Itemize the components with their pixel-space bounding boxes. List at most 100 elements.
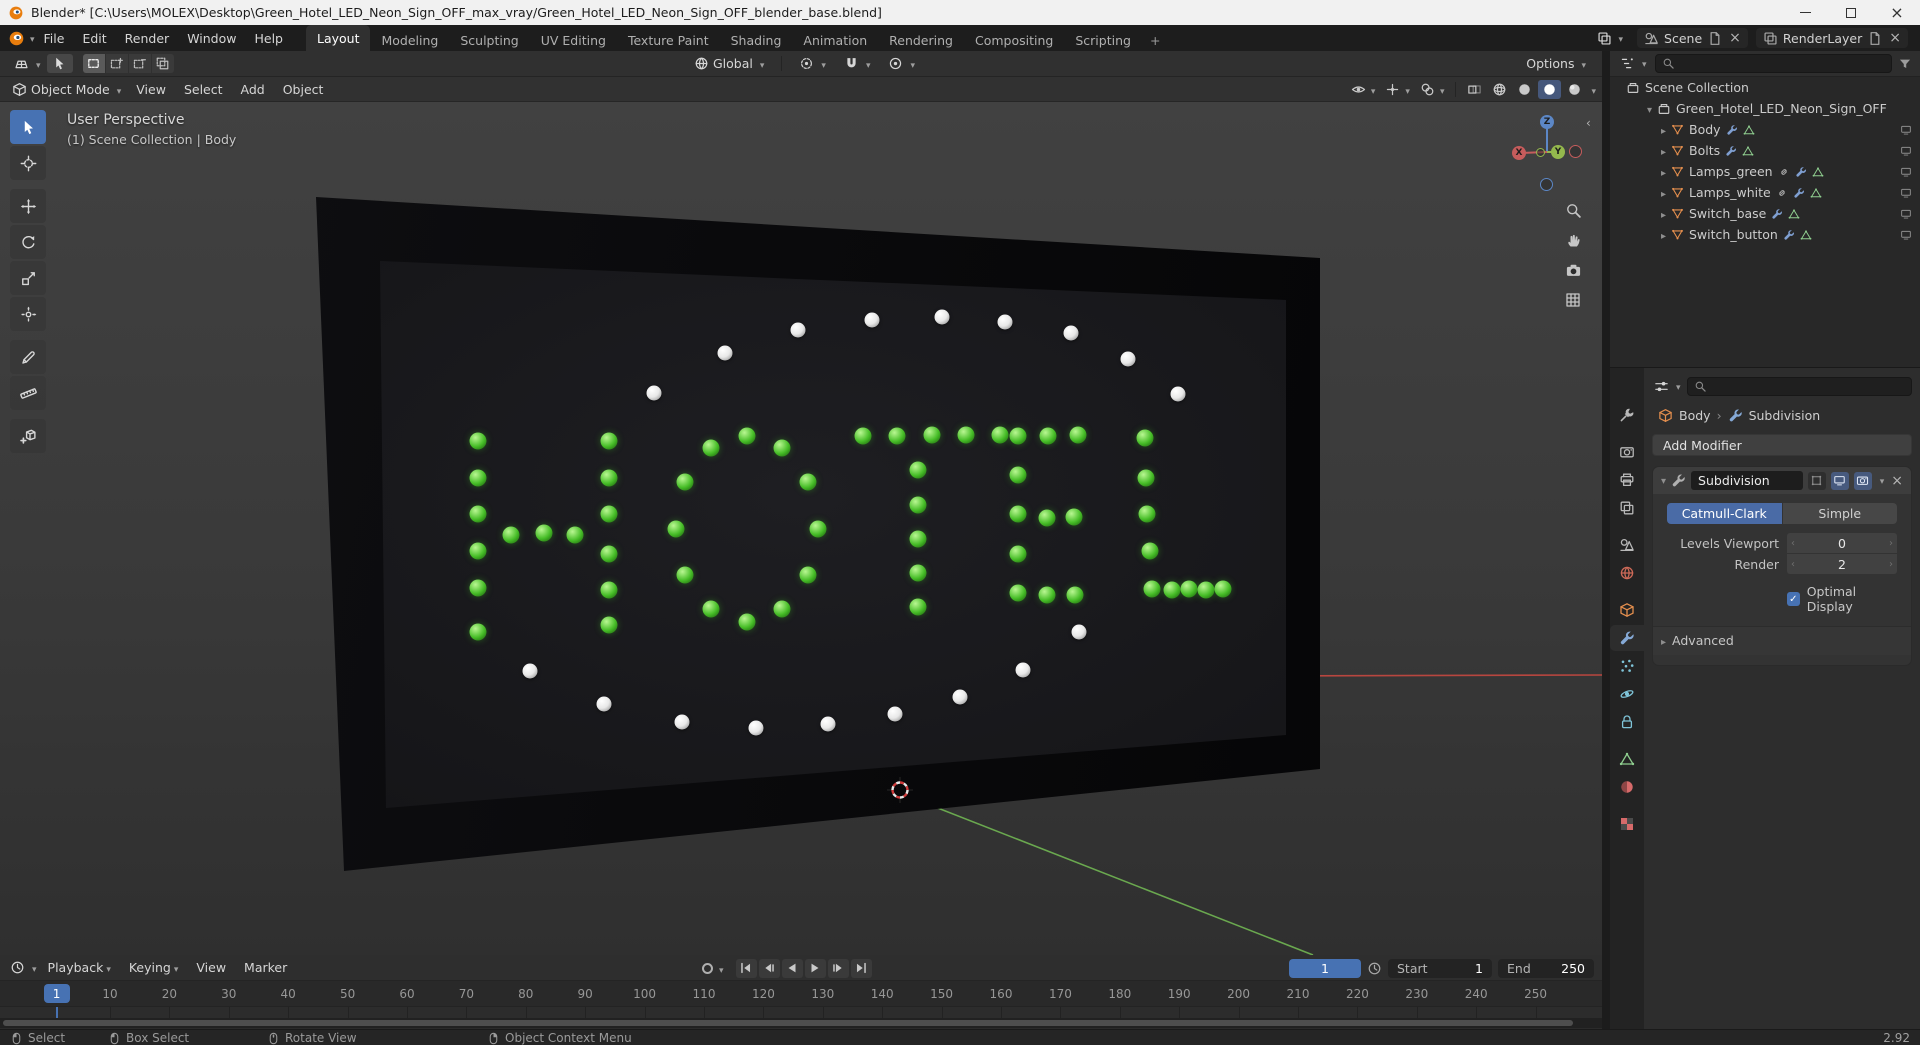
outliner-row-lamps_green[interactable]: Lamps_green (1610, 161, 1920, 182)
jump-to-prev-keyframe-button[interactable] (758, 958, 780, 978)
timeline-ruler[interactable]: 10 20 30 40 50 60 70 80 90 100 110 120 130 140 150 160 1… (0, 981, 1602, 1007)
box-select-tool[interactable] (10, 110, 46, 144)
shading-wireframe-button[interactable] (1488, 80, 1511, 99)
delete-modifier-button[interactable] (1891, 473, 1903, 489)
jump-to-start-button[interactable] (735, 958, 757, 978)
properties-search-input[interactable] (1686, 376, 1912, 396)
new-view-layer-icon[interactable] (1867, 31, 1882, 46)
menu-window[interactable]: Window (178, 25, 245, 51)
scene-selector[interactable]: Scene (1637, 28, 1748, 48)
active-tool-button[interactable] (46, 54, 73, 73)
menu-edit[interactable]: Edit (73, 25, 115, 51)
minimize-button[interactable] (1782, 0, 1828, 25)
filter-icon[interactable] (1898, 57, 1912, 71)
optimal-display-row[interactable]: Optimal Display (1787, 584, 1897, 614)
workspace-tab-scripting[interactable]: Scripting (1064, 29, 1142, 51)
ortho-toggle-button[interactable] (1560, 288, 1586, 312)
workspace-tab-texture-paint[interactable]: Texture Paint (617, 29, 720, 51)
gizmo-x-axis[interactable]: X (1512, 146, 1526, 160)
blender-menu-icon[interactable] (8, 30, 25, 47)
timeline-menu-playback[interactable]: Playback (39, 955, 120, 981)
modifier-name-field[interactable]: Subdivision (1691, 471, 1804, 490)
workspace-tab-uv-editing[interactable]: UV Editing (530, 29, 617, 51)
render-visibility-icon[interactable] (1900, 145, 1912, 157)
add-workspace-button[interactable]: + (1142, 29, 1168, 51)
3d-viewport[interactable]: User Perspective (1) Scene Collection | … (0, 102, 1602, 955)
render-visibility-icon[interactable] (1900, 208, 1912, 220)
timeline-menu-keying[interactable]: Keying (120, 955, 188, 981)
orientation-dropdown[interactable]: Global (688, 54, 770, 73)
levels-viewport-field[interactable]: 0 (1787, 533, 1897, 553)
timeline-track-area[interactable] (0, 1007, 1602, 1018)
shading-solid-button[interactable] (1513, 80, 1536, 99)
subdivision-type-catmull-clark[interactable]: Catmull-Clark (1667, 503, 1782, 524)
cursor-tool[interactable] (10, 146, 46, 180)
overlays-dropdown[interactable] (1416, 80, 1449, 99)
zoom-button[interactable] (1560, 198, 1586, 222)
select-mode-extend[interactable] (105, 54, 128, 73)
remove-view-layer-icon[interactable] (1889, 30, 1901, 46)
outliner-row-collection[interactable]: Green_Hotel_LED_Neon_Sign_OFF (1610, 98, 1920, 119)
properties-editor-dropdown[interactable] (1652, 377, 1683, 396)
optimal-display-checkbox[interactable] (1787, 592, 1800, 606)
camera-view-button[interactable] (1560, 258, 1586, 282)
shading-material-button[interactable] (1538, 79, 1562, 99)
render-visibility-icon[interactable] (1900, 229, 1912, 241)
measure-tool[interactable] (10, 376, 46, 410)
workspace-tab-animation[interactable]: Animation (792, 29, 878, 51)
end-frame-field[interactable]: End 250 (1498, 958, 1594, 978)
properties-tab-constraints[interactable] (1610, 709, 1644, 735)
outliner-row-scene-collection[interactable]: Scene Collection (1610, 77, 1920, 98)
scale-tool[interactable] (10, 261, 46, 295)
gizmo-y-axis[interactable]: Y (1551, 145, 1565, 159)
rotate-tool[interactable] (10, 225, 46, 259)
outliner-row-bolts[interactable]: Bolts (1610, 140, 1920, 161)
render-visibility-icon[interactable] (1900, 187, 1912, 199)
breadcrumb-modifier[interactable]: Subdivision (1749, 408, 1821, 423)
outliner-editor-dropdown[interactable] (1618, 54, 1649, 73)
outliner-row-switch_base[interactable]: Switch_base (1610, 203, 1920, 224)
auto-keying-button[interactable] (702, 962, 713, 974)
expand-arrow-icon[interactable] (1656, 185, 1671, 200)
subdivision-type-simple[interactable]: Simple (1782, 503, 1897, 524)
shading-rendered-button[interactable] (1563, 80, 1586, 99)
render-visibility-icon[interactable] (1900, 124, 1912, 136)
close-button[interactable] (1874, 0, 1920, 25)
timeline-editor-dropdown[interactable] (8, 958, 39, 977)
scrollbar-handle[interactable] (3, 1020, 1573, 1026)
select-mode-subtract[interactable] (128, 54, 151, 73)
object-visibility-dropdown[interactable] (1347, 80, 1380, 99)
realtime-display-toggle[interactable] (1830, 471, 1849, 490)
annotate-tool[interactable] (10, 340, 46, 374)
properties-tab-physics[interactable] (1610, 681, 1644, 707)
expand-arrow-icon[interactable] (1656, 206, 1671, 221)
unlink-scene-icon[interactable] (1729, 30, 1741, 46)
properties-tab-tool[interactable] (1610, 402, 1644, 428)
select-mode-intersect[interactable] (151, 54, 174, 73)
expand-arrow-icon[interactable] (1656, 122, 1671, 137)
workspace-tab-compositing[interactable]: Compositing (964, 29, 1064, 51)
pan-button[interactable] (1560, 228, 1586, 252)
current-frame-field[interactable]: 1 (1289, 958, 1361, 978)
proportional-edit-dropdown[interactable] (882, 54, 921, 73)
workspace-tab-modeling[interactable]: Modeling (370, 29, 449, 51)
play-button[interactable] (804, 958, 826, 978)
navigation-gizmo[interactable]: Z X Y (1499, 104, 1595, 200)
gizmo-x-neg-axis[interactable] (1569, 145, 1582, 158)
gizmos-dropdown[interactable] (1381, 80, 1414, 99)
properties-tab-particles[interactable] (1610, 653, 1644, 679)
edit-mode-toggle[interactable] (1808, 471, 1826, 490)
menu-help[interactable]: Help (245, 25, 292, 51)
gizmo-y-neg-axis[interactable] (1536, 148, 1545, 157)
workspace-tab-rendering[interactable]: Rendering (878, 29, 964, 51)
editor-type-dropdown[interactable] (8, 54, 47, 73)
outliner-row-lamps_white[interactable]: Lamps_white (1610, 182, 1920, 203)
properties-tab-render[interactable] (1610, 439, 1644, 465)
breadcrumb-object[interactable]: Body (1679, 408, 1711, 423)
properties-tab-world[interactable] (1610, 560, 1644, 586)
workspace-tab-shading[interactable]: Shading (720, 29, 793, 51)
gizmo-z-neg-axis[interactable] (1540, 178, 1553, 191)
play-reverse-button[interactable] (781, 958, 803, 978)
shading-options-chevron-icon[interactable] (1588, 82, 1596, 97)
viewport-menu-object[interactable]: Object (274, 76, 333, 102)
